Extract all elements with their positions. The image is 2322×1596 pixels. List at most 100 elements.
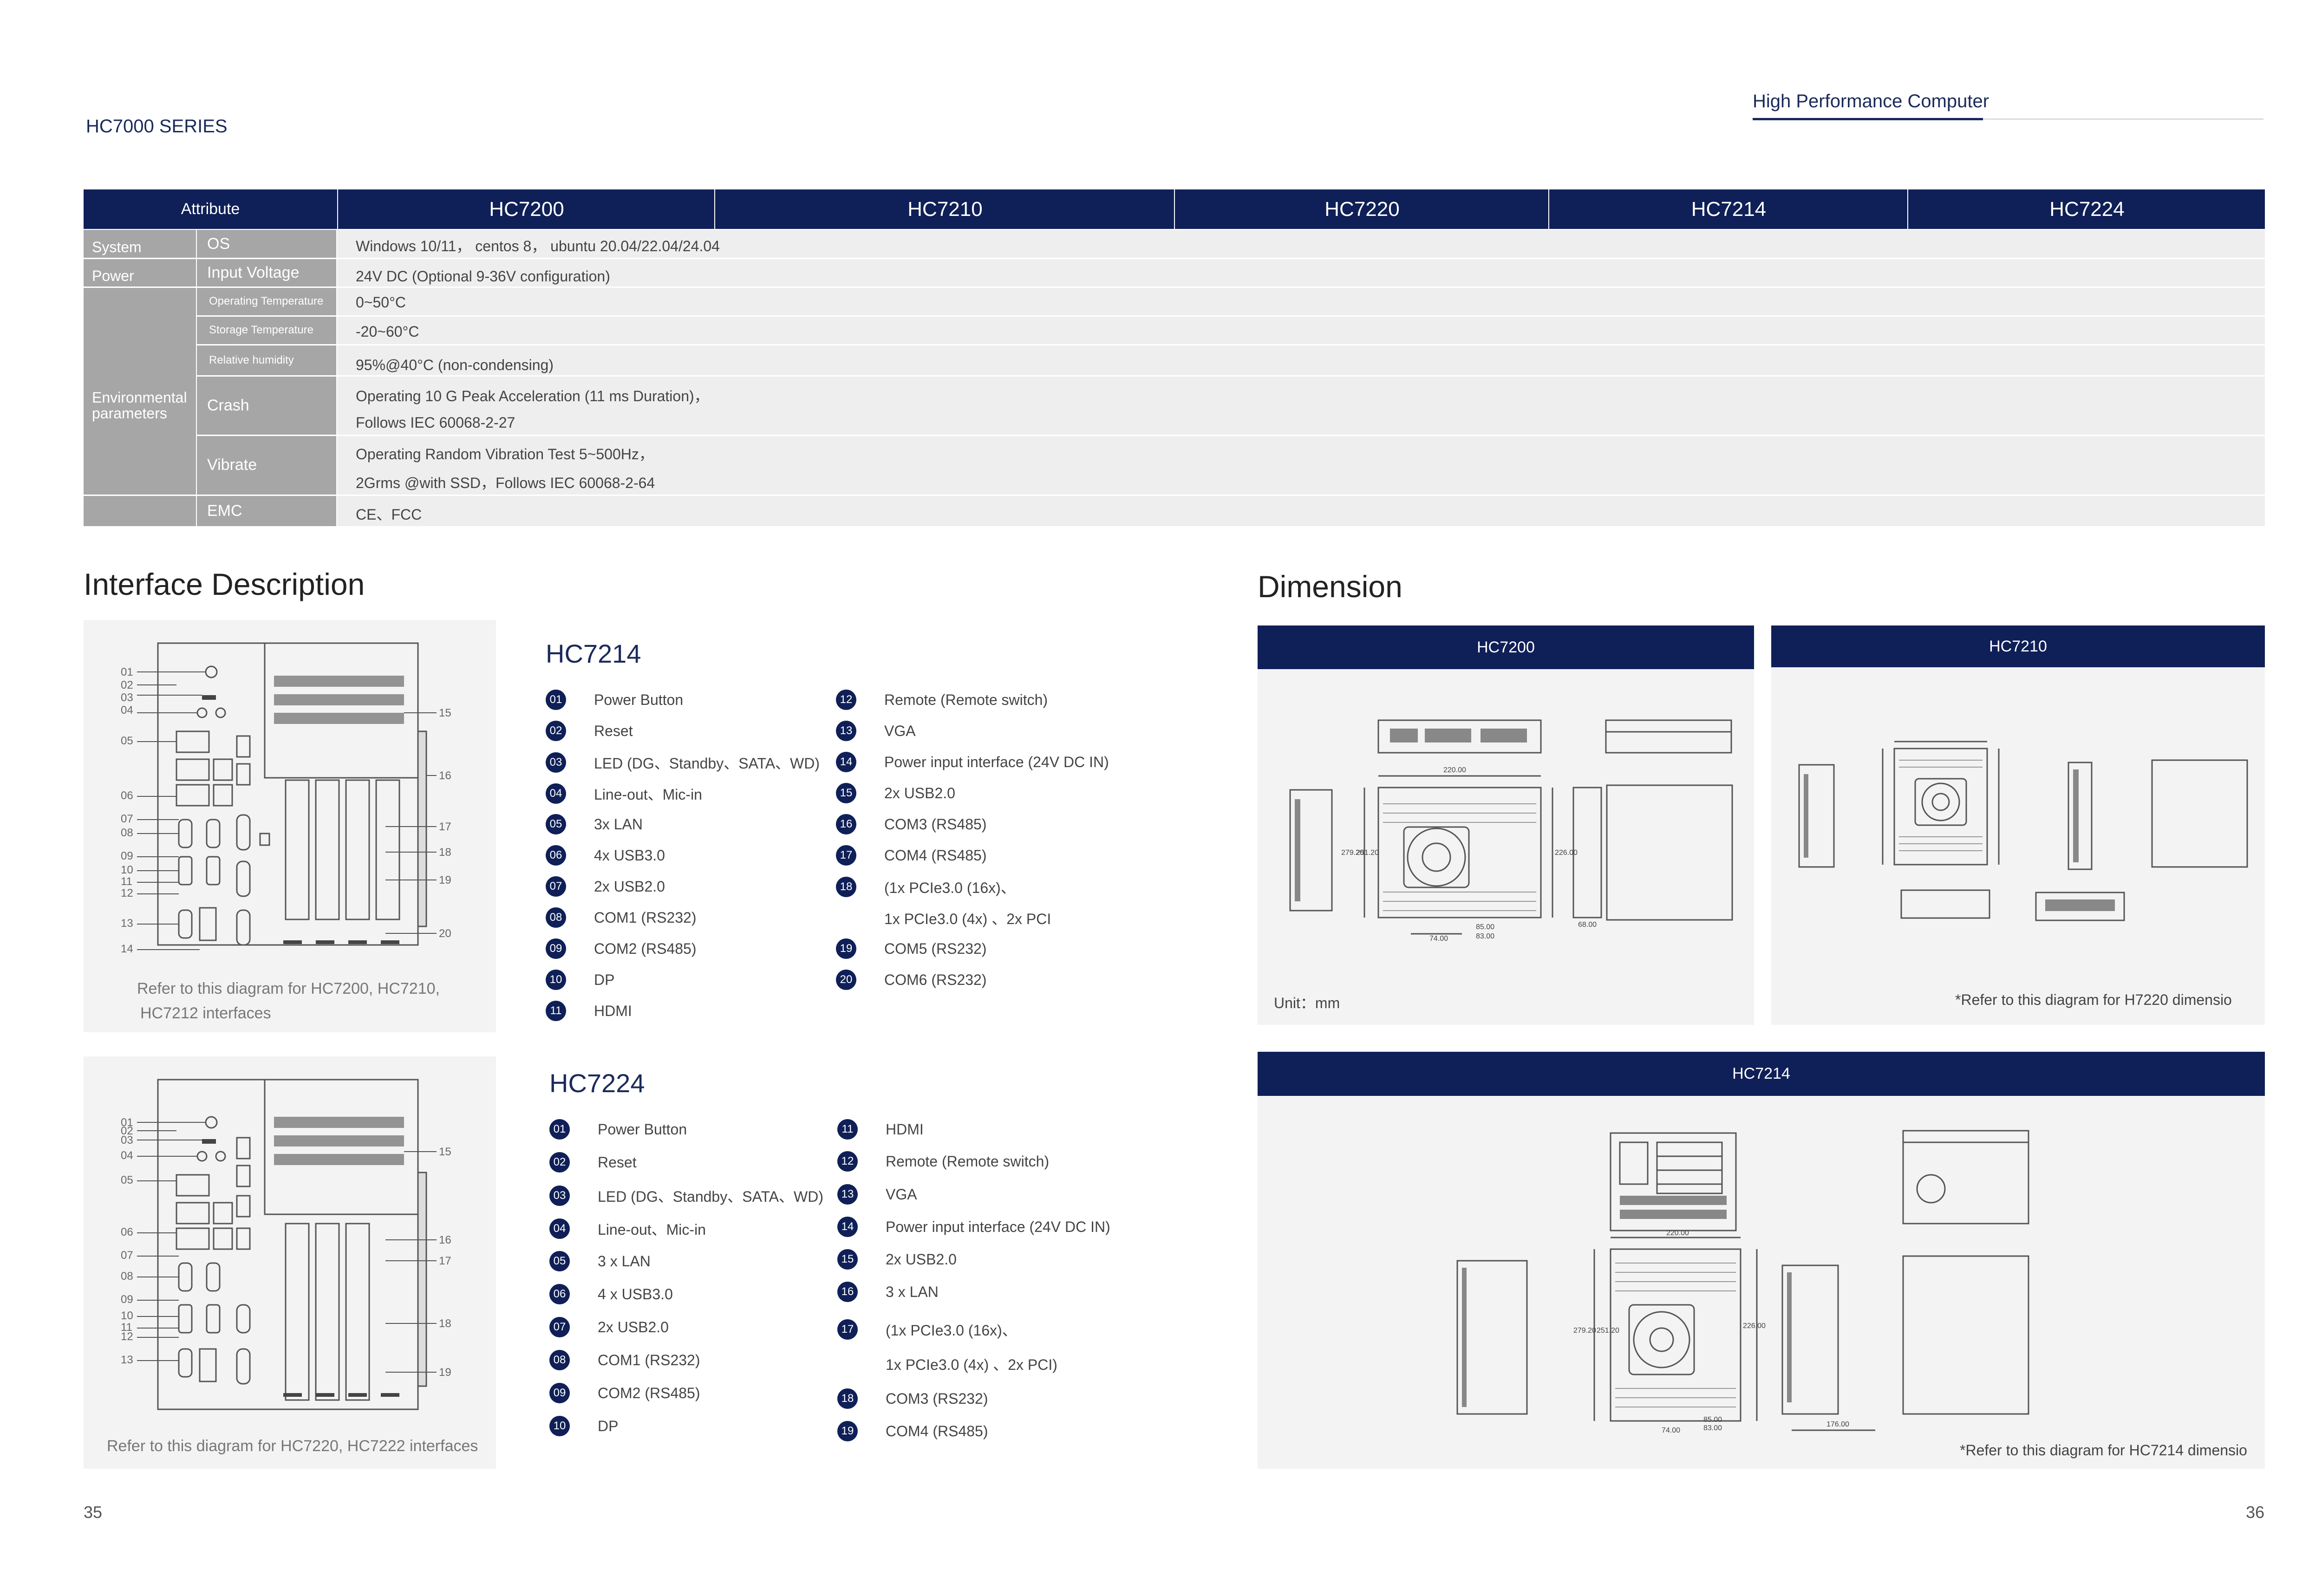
item-number-badge: 11 xyxy=(837,1119,858,1140)
value-emc: CE、FCC xyxy=(356,506,422,523)
brand-underline xyxy=(1753,118,2263,120)
callout-label: 19 xyxy=(439,1366,451,1379)
item-text: COM3 (RS232) xyxy=(886,1390,988,1407)
item-text: Power Button xyxy=(594,691,684,708)
item-number-badge: 15 xyxy=(836,783,856,803)
callout-label: 17 xyxy=(439,1255,451,1267)
item-text: Power Button xyxy=(598,1120,687,1138)
item-number-badge: 10 xyxy=(549,1416,570,1436)
hc7224-interface-title: HC7224 xyxy=(549,1068,645,1098)
item-number-badge: 15 xyxy=(837,1249,858,1270)
item-text: LED (DG、Standby、SATA、WD) xyxy=(594,755,820,772)
callout-label: 03 xyxy=(121,691,133,704)
callout-label: 13 xyxy=(121,1354,133,1366)
category-power: Power xyxy=(84,259,196,287)
item-text: DP xyxy=(598,1417,619,1434)
item-text: 3 x LAN xyxy=(886,1283,939,1300)
list-item: 13 VGA xyxy=(837,1184,917,1205)
dimension-hc7214-header: HC7214 xyxy=(1258,1052,2265,1096)
dim-label: 74.00 xyxy=(1429,935,1448,943)
callout-label: 15 xyxy=(439,1146,451,1158)
item-number-badge: 07 xyxy=(549,1317,570,1337)
dim-label: 85.00 xyxy=(1476,923,1494,931)
item-number-badge: 13 xyxy=(836,721,856,741)
value-crash-line2: Follows IEC 60068-2-27 xyxy=(356,414,515,431)
diagram1-caption-line2: HC7212 interfaces xyxy=(140,1004,271,1022)
item-text: 4 x USB3.0 xyxy=(598,1285,673,1303)
dimension-hc7200-panel: 220.00 226.00 279.20 251.20 74.00 85.00 … xyxy=(1258,669,1754,1025)
list-item: 11 HDMI xyxy=(546,1001,632,1021)
list-item: 07 2x USB2.0 xyxy=(546,876,665,897)
dim-label: 279.20 xyxy=(1573,1327,1596,1335)
dim-label: 176.00 xyxy=(1826,1420,1849,1428)
item-text: Reset xyxy=(594,722,633,739)
dimension-hc7214-panel: 220.00 226.00 279.20 251.20 74.00 85.00 … xyxy=(1258,1096,2265,1469)
callout-label: 06 xyxy=(121,1226,133,1238)
list-item: 08 COM1 (RS232) xyxy=(546,907,697,928)
header-model: HC7214 xyxy=(1548,189,1908,229)
dimension-hc7200-header: HC7200 xyxy=(1258,625,1754,669)
list-item: 01 Power Button xyxy=(549,1119,687,1140)
list-item: 02 Reset xyxy=(549,1152,637,1173)
callout-label: 07 xyxy=(121,813,133,825)
item-number-badge: 19 xyxy=(836,938,856,959)
item-text: 1x PCIe3.0 (4x) 、2x PCI) xyxy=(886,1356,1057,1373)
list-item: 15 2x USB2.0 xyxy=(836,783,955,803)
item-text: COM4 (RS485) xyxy=(884,847,987,864)
list-item: 03 LED (DG、Standby、SATA、WD) xyxy=(549,1185,823,1206)
dim-label: 83.00 xyxy=(1476,932,1494,940)
list-item: 05 3x LAN xyxy=(546,814,643,834)
dim-label: 251.20 xyxy=(1597,1327,1619,1335)
list-item: 09 COM2 (RS485) xyxy=(546,938,697,959)
item-number-badge: 09 xyxy=(549,1383,570,1403)
item-text: HDMI xyxy=(886,1120,924,1138)
item-text: 3x LAN xyxy=(594,815,643,833)
item-text: Remote (Remote switch) xyxy=(884,691,1048,708)
item-text: 1x PCIe3.0 (4x) 、2x PCI xyxy=(884,911,1051,927)
item-number-badge: 03 xyxy=(546,752,566,773)
item-number-badge: 16 xyxy=(836,814,856,834)
item-text: 2x USB2.0 xyxy=(598,1318,669,1335)
callout-label: 06 xyxy=(121,789,133,802)
dimension-unit-label: Unit：mm xyxy=(1274,995,1340,1011)
callout-label: 20 xyxy=(439,927,451,940)
item-text: COM5 (RS232) xyxy=(884,940,987,957)
diagram2-caption: Refer to this diagram for HC7220, HC7222… xyxy=(107,1437,478,1455)
item-number-badge: 04 xyxy=(549,1218,570,1239)
interface-section-title: Interface Description xyxy=(84,567,365,601)
dim-label: 220.00 xyxy=(1443,766,1466,774)
item-text: 2x USB2.0 xyxy=(884,784,955,801)
callout-label: 14 xyxy=(121,943,133,955)
callout-label: 11 xyxy=(121,875,132,888)
callout-label: 19 xyxy=(439,874,451,886)
value-relative-humidity: 95%@40°C (non-condensing) xyxy=(356,357,554,373)
callout-label: 05 xyxy=(121,1174,133,1186)
item-number-badge: 08 xyxy=(549,1350,570,1370)
callout-label: 01 xyxy=(121,666,133,678)
attr-relative-humidity: Relative humidity xyxy=(197,345,336,375)
item-text: COM1 (RS232) xyxy=(594,909,697,926)
header-model: HC7224 xyxy=(1907,189,2266,229)
list-item: 12 Remote (Remote switch) xyxy=(836,690,1048,710)
dimension-section-title: Dimension xyxy=(1258,569,1402,604)
item-number-badge: 05 xyxy=(549,1251,570,1271)
dim-label: 226.00 xyxy=(1555,849,1578,857)
callout-label: 07 xyxy=(121,1249,133,1262)
callout-label: 16 xyxy=(439,1234,451,1246)
callout-label: 09 xyxy=(121,1293,133,1306)
list-item: 04 Line-out、Mic-in xyxy=(549,1218,706,1239)
page-number-right: 36 xyxy=(2246,1503,2265,1522)
callout-label: 04 xyxy=(121,704,133,717)
item-text: COM1 (RS232) xyxy=(598,1351,700,1368)
item-number-badge: 14 xyxy=(836,752,856,772)
item-number-badge: 08 xyxy=(546,907,566,928)
item-number-badge: 01 xyxy=(546,690,566,710)
item-text: COM2 (RS485) xyxy=(594,940,697,957)
callout-label: 02 xyxy=(121,679,133,691)
list-item: 02 Reset xyxy=(546,721,633,741)
callout-label: 08 xyxy=(121,1270,133,1283)
category-environmental: Environmental parameters xyxy=(84,287,196,495)
value-vibrate-line1: Operating Random Vibration Test 5~500Hz， xyxy=(356,446,654,463)
item-number-badge: 07 xyxy=(546,876,566,897)
attr-crash: Crash xyxy=(197,376,336,435)
